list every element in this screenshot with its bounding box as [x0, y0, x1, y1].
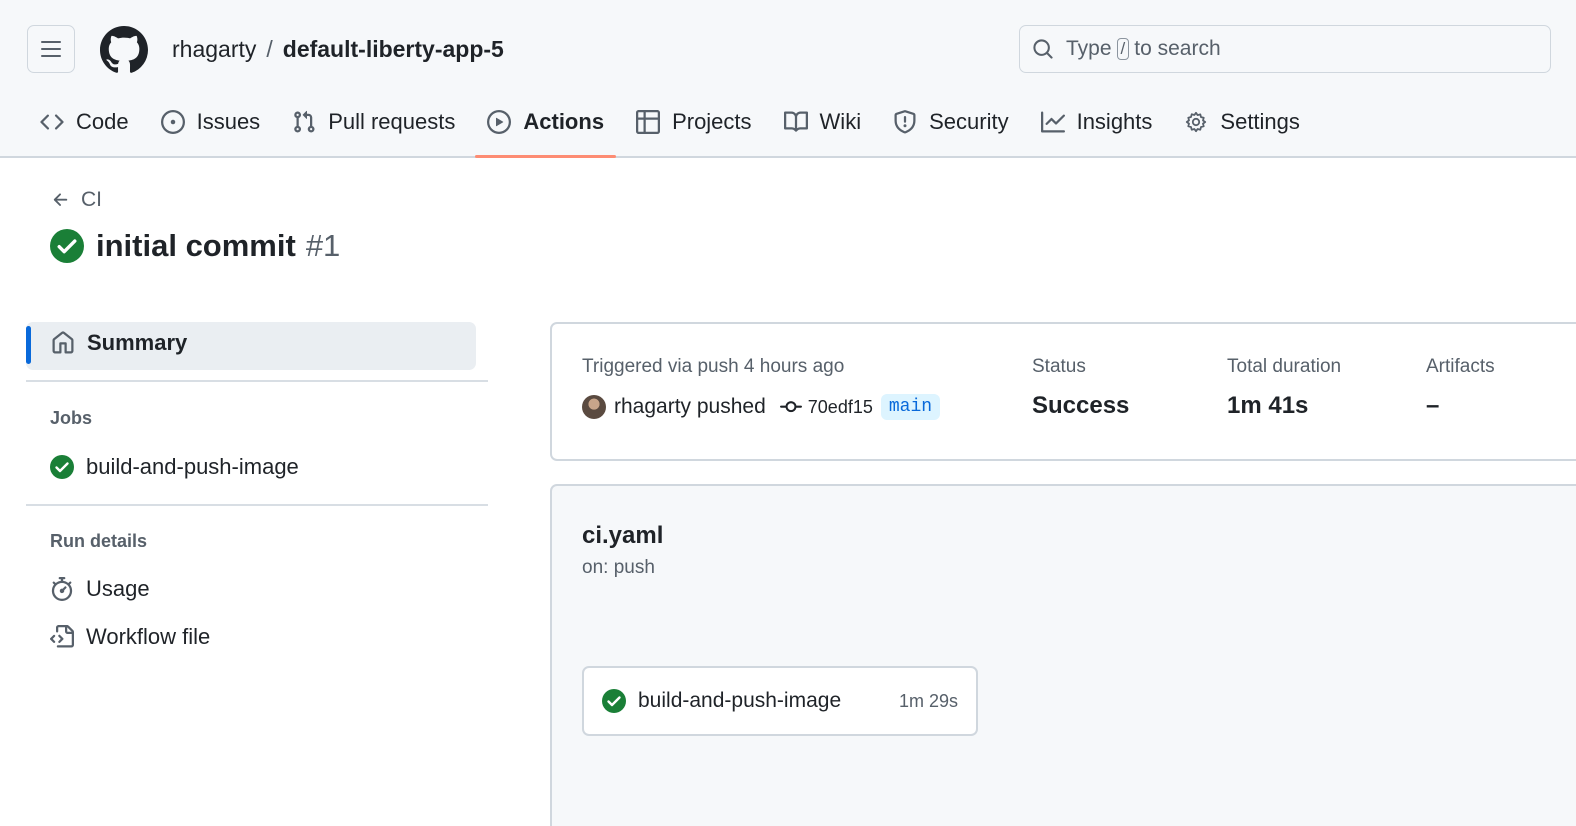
tab-projects-label: Projects [672, 109, 752, 134]
table-icon [636, 110, 661, 134]
artifacts-label: Artifacts [1426, 356, 1495, 377]
sidebar-summary-link[interactable]: Summary [51, 330, 187, 356]
tab-settings[interactable]: Settings [1172, 100, 1312, 144]
sidebar-item-job[interactable]: build-and-push-image [50, 454, 299, 480]
avatar[interactable] [582, 395, 606, 419]
active-indicator [26, 326, 31, 364]
sidebar-job-label: build-and-push-image [86, 454, 299, 479]
gear-icon [1186, 111, 1207, 133]
search-prefix: Type [1066, 37, 1112, 60]
sidebar-usage-label: Usage [86, 576, 150, 601]
workflow-graph: ci.yaml on: push build-and-push-image 1m… [550, 484, 1576, 826]
repo-nav-tabs: Code Issues Pull requests Actions Projec… [28, 100, 1320, 158]
sidebar-divider [26, 380, 488, 382]
search-input[interactable]: Type / to search [1019, 25, 1551, 73]
check-circle-icon [50, 229, 84, 263]
home-icon [52, 331, 74, 354]
sidebar-item-usage[interactable]: Usage [50, 576, 150, 602]
sidebar-item-workflow-file[interactable]: Workflow file [50, 624, 210, 650]
pull-request-icon [294, 110, 315, 133]
app-header: rhagarty / default-liberty-app-5 Type / to s… [0, 0, 1576, 158]
tab-code-label: Code [76, 109, 129, 134]
job-node-name: build-and-push-image [638, 689, 842, 712]
file-code-icon [50, 625, 74, 648]
actor-text: rhagarty pushed [614, 395, 766, 418]
jobs-heading: Jobs [50, 408, 93, 428]
book-icon [783, 111, 808, 132]
tab-security-label: Security [929, 109, 1009, 134]
tab-actions-label: Actions [523, 109, 605, 134]
run-summary-card: Triggered via push 4 hours ago rhagarty … [550, 322, 1576, 461]
repo-owner-link[interactable]: rhagarty [172, 36, 256, 62]
artifacts-value: – [1426, 392, 1440, 419]
commit-icon [779, 401, 802, 413]
tab-wiki-label: Wiki [819, 109, 862, 134]
status-value: Success [1032, 392, 1130, 419]
breadcrumb-separator: / [266, 36, 273, 62]
menu-button[interactable] [27, 25, 75, 73]
commit-sha-link[interactable]: 70edf15 [808, 397, 873, 418]
tab-insights-label: Insights [1076, 109, 1153, 134]
tab-insights[interactable]: Insights [1029, 100, 1165, 144]
sidebar-summary-label: Summary [87, 330, 188, 355]
code-icon [40, 114, 64, 130]
run-title: initial commit [96, 228, 296, 263]
tab-pull-requests[interactable]: Pull requests [280, 100, 467, 144]
workflow-trigger: on: push [582, 557, 655, 578]
sidebar-divider [26, 504, 488, 506]
check-circle-icon [50, 455, 74, 479]
repo-breadcrumb: rhagarty / default-liberty-app-5 [172, 36, 504, 63]
trigger-text: Triggered via push 4 hours ago [582, 356, 845, 377]
back-to-workflow-link[interactable]: CI [51, 188, 102, 212]
graph-icon [1040, 111, 1065, 133]
workflow-name: ci.yaml [582, 522, 664, 549]
search-icon [1033, 39, 1053, 59]
sidebar-workflow-file-label: Workflow file [86, 624, 211, 649]
duration-label: Total duration [1227, 356, 1342, 377]
push-info: rhagarty pushed 70edf15 main [582, 394, 941, 420]
job-node[interactable]: build-and-push-image 1m 29s [582, 666, 978, 736]
play-icon [487, 110, 512, 134]
back-label: CI [81, 188, 102, 211]
github-logo-icon[interactable] [100, 26, 148, 74]
run-number: #1 [305, 228, 341, 263]
tab-projects[interactable]: Projects [624, 100, 763, 144]
issue-icon [160, 110, 185, 134]
branch-badge[interactable]: main [880, 394, 941, 420]
tab-actions[interactable]: Actions [475, 100, 616, 158]
tab-wiki[interactable]: Wiki [772, 100, 874, 144]
run-details-heading: Run details [50, 531, 148, 551]
tab-settings-label: Settings [1220, 109, 1300, 134]
tab-issues-label: Issues [196, 109, 261, 134]
tab-security[interactable]: Security [881, 100, 1020, 144]
tab-code[interactable]: Code [28, 100, 141, 144]
tab-issues[interactable]: Issues [149, 100, 273, 144]
search-suffix: to search [1134, 37, 1221, 60]
check-circle-icon [602, 689, 626, 713]
tab-pull-requests-label: Pull requests [328, 109, 456, 134]
page-title: initial commit #1 [50, 228, 340, 264]
search-shortcut-key: / [1116, 38, 1130, 60]
arrow-left-icon [53, 193, 68, 206]
repo-name-link[interactable]: default-liberty-app-5 [283, 36, 504, 62]
stopwatch-icon [51, 577, 73, 601]
job-node-duration: 1m 29s [898, 690, 958, 711]
status-label: Status [1032, 356, 1086, 377]
hamburger-icon [41, 41, 61, 43]
duration-value: 1m 41s [1227, 392, 1309, 419]
shield-icon [894, 110, 916, 134]
